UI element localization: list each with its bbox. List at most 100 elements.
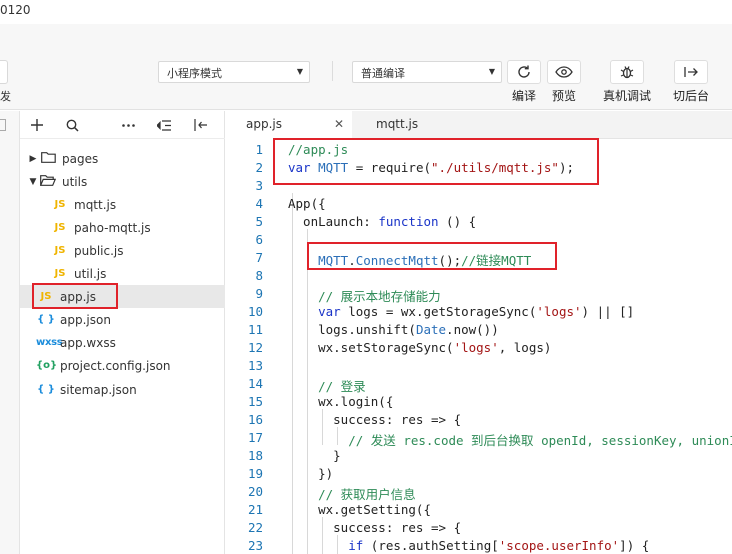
compile-select[interactable]: 普通编译 ▼ <box>352 61 502 83</box>
tree-item-label: mqtt.js <box>74 197 117 212</box>
chevron-down-icon: ▼ <box>29 176 37 187</box>
line-number: 3 <box>255 178 263 193</box>
highlight-box <box>307 242 557 270</box>
code-area[interactable]: //app.js var MQTT = require("./utils/mqtt… <box>288 139 732 554</box>
code-token: if <box>348 538 364 553</box>
line-number: 2 <box>255 160 263 175</box>
json-file-icon: { } <box>37 314 55 325</box>
compile-label: 编译 <box>511 89 536 103</box>
tree-file-mqtt-js[interactable]: JS mqtt.js <box>20 193 225 216</box>
tab-label: app.js <box>246 117 282 131</box>
code-line: success: res => { <box>288 520 461 535</box>
tree-file-project-config-json[interactable]: {o} project.config.json <box>20 354 225 377</box>
tree-item-label: app.json <box>60 312 111 327</box>
code-line: // 展示本地存储能力 <box>288 286 441 305</box>
highlight-box <box>32 283 118 309</box>
tree-folder-utils[interactable]: ▼ utils <box>20 170 225 193</box>
collapse-list-icon[interactable] <box>155 116 173 134</box>
close-icon[interactable]: ✕ <box>334 117 344 131</box>
file-explorer: ▶ pages ▼ utils JS mqtt.js JS paho-mqtt.… <box>20 111 225 554</box>
line-number: 16 <box>247 412 263 427</box>
chevron-down-icon: ▼ <box>488 67 495 76</box>
wxss-file-icon: wxss <box>36 337 63 348</box>
compile-button[interactable]: 编译 <box>507 60 541 104</box>
code-editor: app.js ✕ mqtt.js 1 2 3 4 5 6 7 8 9 10 11 12 13 14 15 16… <box>226 111 732 554</box>
compile-select-value: 普通编译 <box>361 67 405 80</box>
add-file-icon[interactable] <box>28 116 46 134</box>
code-token: logs = wx.getStorageSync( <box>348 304 537 319</box>
toolbar: 发 小程序模式 ▼ 普通编译 ▼ 编译 预览 真机调试 切后台 <box>0 24 732 110</box>
code-token: (res.authSetting[ <box>363 538 499 553</box>
remote-debug-button[interactable]: 真机调试 <box>602 60 652 104</box>
title-bar: 0120 <box>0 0 732 24</box>
tree-item-label: public.js <box>74 243 124 258</box>
code-token: } <box>288 448 341 463</box>
mode-select[interactable]: 小程序模式 ▼ <box>158 61 310 83</box>
tree-file-app-json[interactable]: { } app.json <box>20 308 225 331</box>
tree-file-app-wxss[interactable]: wxss app.wxss <box>20 331 225 354</box>
tab-mqtt-js[interactable]: mqtt.js <box>352 111 452 139</box>
code-token: logs.unshift( <box>288 322 416 337</box>
js-file-icon: JS <box>54 222 66 233</box>
code-token: // 登录 <box>318 379 366 394</box>
more-icon[interactable] <box>119 116 137 134</box>
code-token: , logs) <box>498 340 552 355</box>
switch-background-icon <box>674 60 708 84</box>
tree-file-public-js[interactable]: JS public.js <box>20 239 225 262</box>
tree-file-sitemap-json[interactable]: { } sitemap.json <box>20 378 225 401</box>
js-file-icon: JS <box>54 199 66 210</box>
line-number: 1 <box>255 142 263 157</box>
code-line: // 发送 res.code 到后台换取 openId, sessionKey,… <box>288 430 732 449</box>
code-token: wx.getSetting({ <box>288 502 431 517</box>
line-number: 4 <box>255 196 263 211</box>
tab-label: mqtt.js <box>376 117 419 131</box>
code-line: wx.login({ <box>288 394 393 409</box>
js-file-icon: JS <box>54 245 66 256</box>
line-number: 10 <box>247 304 263 319</box>
tree-item-label: app.wxss <box>60 335 116 350</box>
js-file-icon: JS <box>54 268 66 279</box>
tree-folder-pages[interactable]: ▶ pages <box>20 147 225 170</box>
search-icon[interactable] <box>63 116 81 134</box>
code-token: onLaunch: <box>288 214 379 229</box>
tree-file-util-js[interactable]: JS util.js <box>20 262 225 285</box>
code-line: success: res => { <box>288 412 461 427</box>
line-number: 14 <box>247 376 263 391</box>
line-number: 21 <box>247 502 263 517</box>
chevron-down-icon: ▼ <box>296 67 303 76</box>
tree-item-label: sitemap.json <box>60 382 137 397</box>
code-token: 'logs' <box>453 340 499 355</box>
line-number: 12 <box>247 340 263 355</box>
toolbar-edge-button[interactable] <box>0 60 8 84</box>
code-token: Date <box>415 322 447 337</box>
tree-file-paho-mqtt-js[interactable]: JS paho-mqtt.js <box>20 216 225 239</box>
line-number: 22 <box>247 520 263 535</box>
tab-app-js[interactable]: app.js ✕ <box>226 111 352 139</box>
code-line: wx.getSetting({ <box>288 502 431 517</box>
code-token: wx.login({ <box>288 394 394 409</box>
code-line: } <box>288 448 341 463</box>
line-number: 13 <box>247 358 263 373</box>
panel-toggle-icon[interactable] <box>0 119 6 131</box>
switch-background-button[interactable]: 切后台 <box>669 60 713 104</box>
code-line: onLaunch: function () { <box>288 214 476 229</box>
line-number: 11 <box>247 322 263 337</box>
toolbar-edge-label: 发 <box>0 90 11 103</box>
remote-debug-label: 真机调试 <box>602 89 651 103</box>
code-token: .now()) <box>446 322 499 337</box>
code-token: success: res => { <box>288 520 462 535</box>
line-number: 5 <box>255 214 263 229</box>
line-number: 19 <box>247 466 263 481</box>
code-token: App({ <box>288 196 326 211</box>
collapse-panel-icon[interactable] <box>192 116 210 134</box>
preview-button[interactable]: 预览 <box>547 60 581 104</box>
activity-bar <box>0 111 20 554</box>
line-number-gutter: 1 2 3 4 5 6 7 8 9 10 11 12 13 14 15 16 17 18 19 20 21 22 23 <box>226 139 276 554</box>
bug-icon <box>610 60 644 84</box>
mode-select-value: 小程序模式 <box>167 67 222 80</box>
code-token: 'logs' <box>536 304 582 319</box>
tree-item-label: project.config.json <box>60 358 171 373</box>
line-number: 7 <box>255 250 263 265</box>
